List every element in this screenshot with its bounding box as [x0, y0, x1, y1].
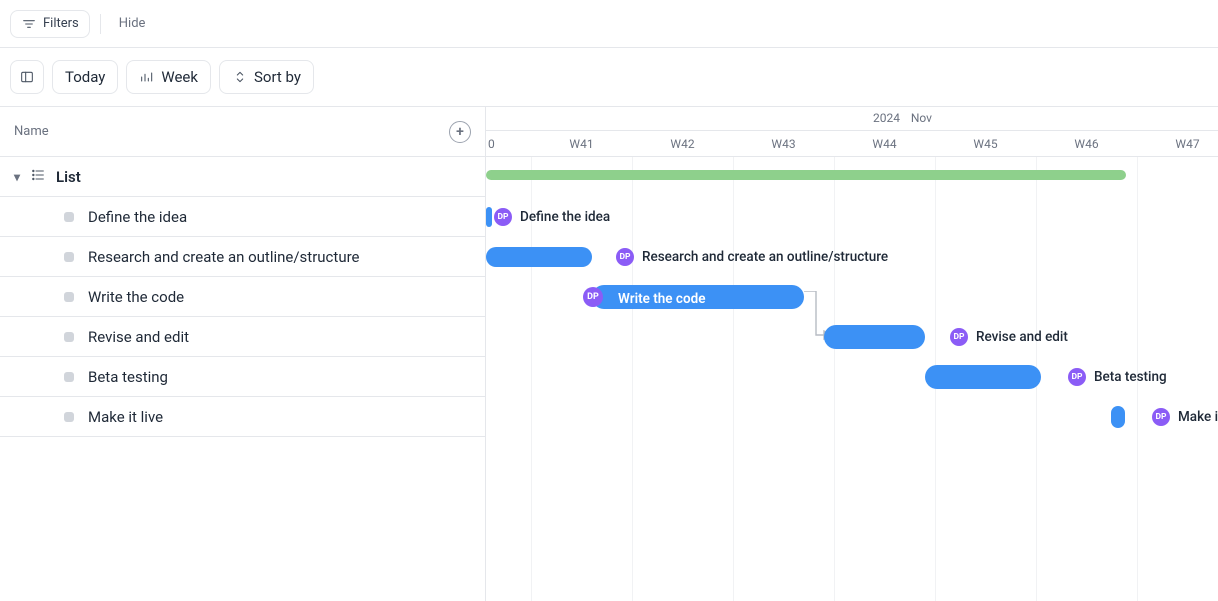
- week-label: W41: [531, 131, 632, 156]
- task-bar-label: Make it live: [1178, 409, 1218, 425]
- timeline-row: DP Beta testing: [486, 357, 1218, 397]
- assignee-avatar[interactable]: DP: [950, 328, 968, 346]
- task-label: Define the idea: [88, 208, 187, 226]
- timeline-year: 2024: [873, 111, 900, 125]
- filters-button[interactable]: Filters: [10, 10, 90, 38]
- task-label: Research and create an outline/structure: [88, 248, 360, 266]
- week-label: W46: [1036, 131, 1137, 156]
- assignee-avatar[interactable]: DP: [494, 208, 512, 226]
- side-panel-icon: [19, 69, 35, 85]
- timeline-row: DP Write the code: [486, 277, 1218, 317]
- task-bar-label: Define the idea: [520, 209, 610, 225]
- sortby-label: Sort by: [254, 68, 301, 86]
- list-item[interactable]: Make it live: [0, 397, 485, 437]
- assignee-avatar[interactable]: DP: [616, 248, 634, 266]
- task-label: Make it live: [88, 408, 163, 426]
- timeline-row-group: [486, 157, 1218, 197]
- list-item[interactable]: Write the code: [0, 277, 485, 317]
- week-label: 0: [486, 131, 531, 156]
- list-item[interactable]: Beta testing: [0, 357, 485, 397]
- list-icon: [30, 167, 46, 187]
- week-label: W44: [834, 131, 935, 156]
- task-label: Write the code: [88, 288, 184, 306]
- task-bar-label: Write the code: [618, 291, 705, 307]
- timeline-row: DP Research and create an outline/struct…: [486, 237, 1218, 277]
- timeline-header-weeks: 0 W41 W42 W43 W44 W45 W46 W47: [486, 131, 1218, 157]
- status-dot: [64, 212, 74, 222]
- status-dot: [64, 292, 74, 302]
- task-bar[interactable]: [486, 207, 492, 227]
- list-item[interactable]: Research and create an outline/structure: [0, 237, 485, 277]
- sort-icon: [232, 69, 248, 85]
- week-label: W43: [733, 131, 834, 156]
- task-bar-label: Research and create an outline/structure: [642, 249, 888, 265]
- timeline-row: DP Revise and edit: [486, 317, 1218, 357]
- timescale-label: Week: [161, 68, 198, 86]
- filters-label: Filters: [43, 16, 79, 31]
- task-bar-label: Revise and edit: [976, 329, 1068, 345]
- list-item[interactable]: Define the idea: [0, 197, 485, 237]
- today-button[interactable]: Today: [52, 60, 118, 94]
- filter-icon: [21, 16, 37, 32]
- task-label: Beta testing: [88, 368, 168, 386]
- hide-label: Hide: [119, 16, 146, 31]
- assignee-avatar[interactable]: DP: [1152, 408, 1170, 426]
- task-label: Revise and edit: [88, 328, 189, 346]
- timeline-panel[interactable]: 2024 Nov 0 W41 W42 W43 W44 W45 W46 W47: [486, 107, 1218, 601]
- list-item[interactable]: Revise and edit: [0, 317, 485, 357]
- timeline-row: DP Make it live: [486, 397, 1218, 437]
- toggle-side-panel-button[interactable]: [10, 60, 44, 94]
- sortby-button[interactable]: Sort by: [219, 60, 314, 94]
- status-dot: [64, 252, 74, 262]
- summary-bar[interactable]: [486, 170, 1126, 180]
- week-label: W42: [632, 131, 733, 156]
- timeline-month: Nov: [911, 111, 932, 125]
- timescale-button[interactable]: Week: [126, 60, 211, 94]
- status-dot: [64, 332, 74, 342]
- week-label: W47: [1137, 131, 1218, 156]
- group-row[interactable]: ▾ List: [0, 157, 485, 197]
- divider: [100, 14, 101, 34]
- task-bar[interactable]: [1111, 406, 1125, 428]
- column-header-name: Name: [14, 124, 49, 139]
- week-label: W45: [935, 131, 1036, 156]
- hide-button[interactable]: Hide: [111, 11, 154, 36]
- group-label: List: [56, 168, 81, 186]
- assignee-avatar[interactable]: DP: [583, 287, 603, 307]
- task-bar-label: Beta testing: [1094, 369, 1167, 385]
- today-label: Today: [65, 68, 105, 86]
- task-bar[interactable]: [486, 247, 592, 267]
- timeline-header-top: 2024 Nov: [486, 107, 1218, 131]
- assignee-avatar[interactable]: DP: [1068, 368, 1086, 386]
- add-column-button[interactable]: +: [449, 121, 471, 143]
- task-bar[interactable]: [824, 325, 925, 349]
- task-list-panel: Name + ▾ List Define the idea Research a…: [0, 107, 486, 601]
- status-dot: [64, 412, 74, 422]
- timescale-icon: [139, 69, 155, 85]
- status-dot: [64, 372, 74, 382]
- timeline-row: DP Define the idea: [486, 197, 1218, 237]
- chevron-down-icon: ▾: [14, 170, 20, 184]
- task-bar[interactable]: [925, 365, 1041, 389]
